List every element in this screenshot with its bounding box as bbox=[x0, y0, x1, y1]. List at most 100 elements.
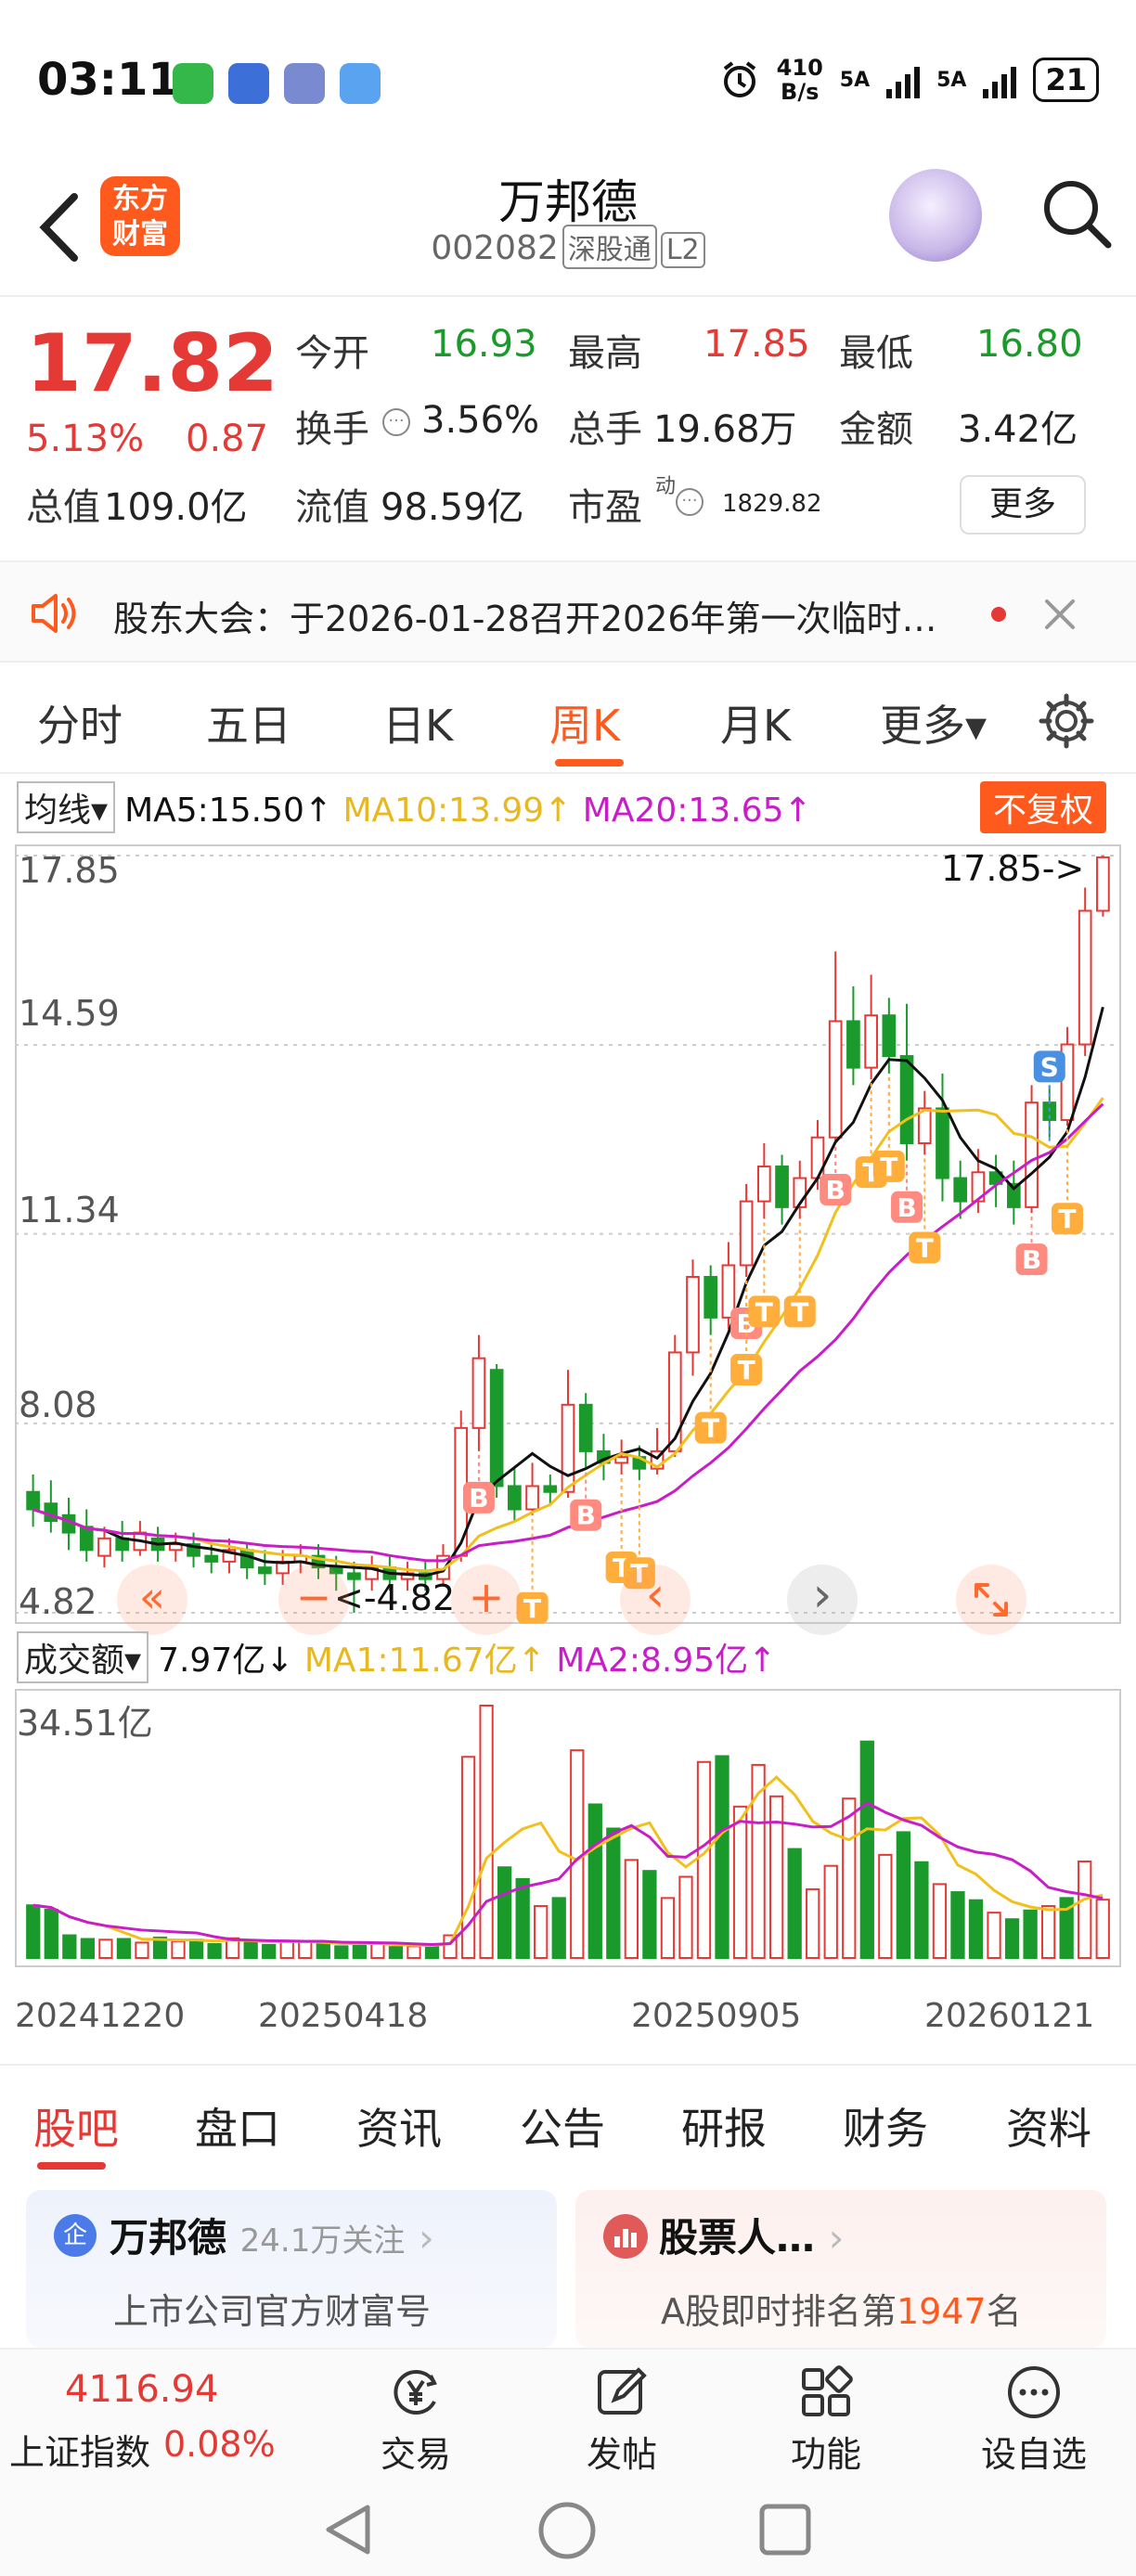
candle-body bbox=[239, 1549, 254, 1569]
zoom-out-button[interactable]: − bbox=[278, 1565, 349, 1635]
y-tick-label: 14.59 bbox=[19, 993, 120, 1034]
candle-body bbox=[953, 1177, 968, 1203]
tab-weekly-k[interactable]: 周K bbox=[549, 692, 620, 753]
volume-bar bbox=[678, 1875, 693, 1959]
scroll-left-button[interactable]: ‹ bbox=[620, 1565, 691, 1635]
trade-button[interactable]: 交易 bbox=[351, 2363, 481, 2477]
volume-bar bbox=[26, 1904, 41, 1960]
x-tick-label: 20260121 bbox=[924, 1997, 1095, 2035]
change-amount: 0.87 bbox=[186, 418, 269, 460]
close-icon[interactable] bbox=[1041, 596, 1078, 633]
turnover-label: 换手 bbox=[295, 408, 369, 451]
zoom-in-button[interactable]: + bbox=[451, 1565, 522, 1635]
index-value: 4116.94 bbox=[65, 2368, 219, 2411]
volume-bar bbox=[1004, 1918, 1020, 1960]
volume-bar bbox=[497, 1866, 512, 1959]
candle-body bbox=[204, 1554, 219, 1563]
app-notification-icon bbox=[228, 63, 269, 104]
company-account-card[interactable]: 企 万邦德 24.1万关注 › 上市公司官方财富号 bbox=[26, 2190, 557, 2348]
last-price: 17.82 bbox=[26, 317, 279, 410]
volume-bar bbox=[896, 1831, 911, 1959]
info-icon[interactable]: ··· bbox=[382, 408, 410, 436]
trade-marker-label: B bbox=[469, 1483, 488, 1513]
float-value: 98.59亿 bbox=[381, 486, 524, 529]
back-triangle-icon[interactable] bbox=[319, 2500, 377, 2559]
volume-bar bbox=[207, 1943, 222, 1959]
more-button[interactable]: 更多 bbox=[960, 475, 1086, 535]
connect-tag: 深股通 bbox=[562, 225, 657, 269]
wechat-icon bbox=[173, 63, 213, 104]
scroll-right-button[interactable]: › bbox=[787, 1565, 858, 1635]
tab-forum[interactable]: 股吧 bbox=[33, 2095, 119, 2157]
tab-five-day[interactable]: 五日 bbox=[206, 692, 291, 753]
volume-bar-chart[interactable] bbox=[15, 1689, 1121, 1967]
candle-body bbox=[508, 1485, 522, 1511]
volume-bar bbox=[424, 1946, 440, 1959]
sim1-label: 5A bbox=[839, 68, 871, 92]
status-indicators: 410 B/s 5A 5A 21 bbox=[719, 56, 1099, 104]
volume-bar bbox=[334, 1945, 349, 1959]
fullscreen-expand-icon[interactable] bbox=[956, 1565, 1026, 1635]
volume-bar bbox=[1078, 1860, 1092, 1959]
tab-order-book[interactable]: 盘口 bbox=[195, 2095, 280, 2157]
add-watchlist-button[interactable]: 设自选 bbox=[969, 2363, 1099, 2477]
kline-chart-area: 均线▾ MA5:15.50↑ MA10:13.99↑ MA20:13.65↑ 不复… bbox=[0, 774, 1136, 2064]
volume-bar bbox=[279, 1940, 294, 1959]
amount-value: 3.42亿 bbox=[958, 408, 1078, 451]
tab-research[interactable]: 研报 bbox=[681, 2095, 767, 2157]
candle-body bbox=[1078, 909, 1092, 1046]
min-price-marker: <-4.82 bbox=[334, 1578, 456, 1618]
grid-functions-icon bbox=[802, 2365, 853, 2416]
home-circle-icon[interactable] bbox=[536, 2500, 598, 2561]
card-subtitle: 上市公司官方财富号 bbox=[113, 2291, 432, 2332]
tab-financials[interactable]: 财务 bbox=[843, 2095, 928, 2157]
high-label: 最高 bbox=[568, 332, 642, 375]
adjust-toggle-button[interactable]: 不复权 bbox=[980, 781, 1107, 833]
post-button[interactable]: 发帖 bbox=[557, 2363, 687, 2477]
candle-body bbox=[686, 1276, 700, 1354]
candle-body bbox=[44, 1502, 58, 1523]
volume-bar bbox=[950, 1891, 965, 1959]
trade-marker-label: T bbox=[738, 1355, 755, 1385]
tab-more[interactable]: 更多▾ bbox=[880, 692, 987, 753]
tab-profile[interactable]: 资料 bbox=[1006, 2095, 1091, 2157]
tab-announcements[interactable]: 公告 bbox=[520, 2095, 605, 2157]
tab-daily-k[interactable]: 日K bbox=[382, 692, 453, 753]
info-icon[interactable]: ··· bbox=[676, 488, 704, 516]
trade-marker-label: B bbox=[897, 1192, 916, 1223]
tab-monthly-k[interactable]: 月K bbox=[720, 692, 791, 753]
volume-bar bbox=[715, 1755, 729, 1959]
recents-square-icon[interactable] bbox=[757, 2502, 813, 2557]
sim2-label: 5A bbox=[936, 68, 967, 92]
search-icon[interactable] bbox=[1039, 176, 1114, 251]
tab-intraday[interactable]: 分时 bbox=[37, 692, 123, 753]
trade-marker-label: T bbox=[755, 1296, 773, 1327]
assistant-avatar[interactable] bbox=[889, 169, 982, 262]
chart-scroll-start-button[interactable]: « bbox=[117, 1565, 187, 1635]
y-tick-label: 11.34 bbox=[19, 1190, 120, 1230]
index-ticker[interactable]: 4116.94 上证指数 0.08% bbox=[0, 2350, 278, 2489]
stock-ranking-card[interactable]: 股票人… › A股即时排名第1947名 bbox=[575, 2190, 1106, 2348]
ma10-value: MA10:13.99↑ bbox=[342, 792, 573, 830]
candlestick-chart[interactable]: BBTT TTBTT TBTBTT BTS bbox=[15, 844, 1121, 1624]
trade-marker-label: B bbox=[1022, 1244, 1041, 1275]
unread-dot bbox=[991, 607, 1006, 622]
level-tag: L2 bbox=[660, 232, 705, 268]
settings-gear-icon[interactable] bbox=[1038, 692, 1095, 750]
index-change: 0.08% bbox=[163, 2424, 276, 2465]
candle-body bbox=[775, 1166, 789, 1208]
functions-button[interactable]: 功能 bbox=[761, 2363, 891, 2477]
ma-selector[interactable]: 均线▾ bbox=[17, 781, 116, 833]
ma5-value: MA5:15.50↑ bbox=[124, 792, 333, 830]
ma-legend: 均线▾ MA5:15.50↑ MA10:13.99↑ MA20:13.65↑ bbox=[17, 781, 812, 833]
volume-bar bbox=[932, 1883, 948, 1959]
pe-label: 市盈 bbox=[568, 486, 642, 529]
volume-bar bbox=[768, 1795, 784, 1959]
volume-bar bbox=[352, 1943, 368, 1959]
volume-indicator-selector[interactable]: 成交额▾ bbox=[17, 1631, 149, 1683]
tab-news[interactable]: 资讯 bbox=[356, 2095, 442, 2157]
notice-bar[interactable]: 股东大会：于2026-01-28召开2026年第一次临时… bbox=[0, 560, 1136, 663]
volume-bar bbox=[243, 1939, 258, 1959]
volume-bar bbox=[587, 1803, 602, 1959]
volume-legend: 成交额▾ 7.97亿↓ MA1:11.67亿↑ MA2:8.95亿↑ bbox=[17, 1631, 776, 1683]
